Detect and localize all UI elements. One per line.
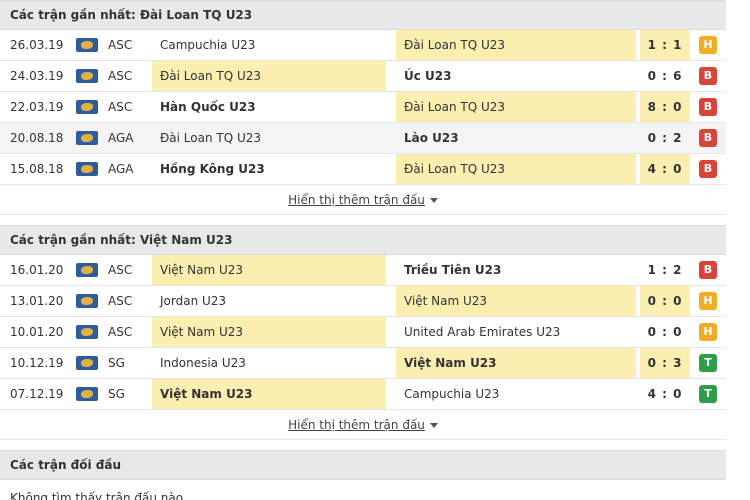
league-code: AGA [108, 162, 134, 176]
away-team[interactable]: Campuchia U23 [396, 379, 636, 409]
home-team[interactable]: Hồng Kông U23 [152, 154, 386, 184]
match-date: 20.08.18 [10, 131, 64, 145]
world-map-flag-icon [76, 387, 98, 401]
match-score: 0 : 0 [647, 325, 683, 339]
match-date: 10.01.20 [10, 325, 64, 339]
show-more-row: Hiển thị thêm trận đấu [0, 410, 726, 440]
match-date: 10.12.19 [10, 356, 64, 370]
world-map-flag-icon [76, 162, 98, 176]
home-team[interactable]: Việt Nam U23 [152, 379, 386, 409]
match-score: 0 : 6 [647, 69, 683, 83]
match-date: 13.01.20 [10, 294, 64, 308]
home-team[interactable]: Indonesia U23 [152, 348, 386, 378]
world-map-flag-icon [76, 69, 98, 83]
world-map-flag-icon [76, 38, 98, 52]
match-row[interactable]: 20.08.18 AGA Đài Loan TQ U23 Lào U23 0 :… [0, 123, 726, 154]
match-date: 24.03.19 [10, 69, 64, 83]
match-date: 22.03.19 [10, 100, 64, 114]
world-map-flag-icon [76, 131, 98, 145]
result-badge: B [699, 67, 717, 85]
home-team[interactable]: Hàn Quốc U23 [152, 92, 386, 122]
match-date: 26.03.19 [10, 38, 64, 52]
match-score: 1 : 2 [647, 263, 683, 277]
section-header-team1: Các trận gần nhất: Đài Loan TQ U23 [0, 0, 726, 30]
league-code: ASC [108, 69, 133, 83]
world-map-flag-icon [76, 263, 98, 277]
league-code: ASC [108, 325, 133, 339]
result-badge: H [699, 36, 717, 54]
away-team[interactable]: Việt Nam U23 [396, 286, 636, 316]
match-row[interactable]: 16.01.20 ASC Việt Nam U23 Triều Tiên U23… [0, 255, 726, 286]
match-score: 4 : 0 [647, 387, 683, 401]
result-badge: B [699, 160, 717, 178]
result-badge: B [699, 129, 717, 147]
match-row[interactable]: 07.12.19 SG Việt Nam U23 Campuchia U23 4… [0, 379, 726, 410]
match-row[interactable]: 22.03.19 ASC Hàn Quốc U23 Đài Loan TQ U2… [0, 92, 726, 123]
league-code: ASC [108, 263, 133, 277]
result-badge: T [699, 385, 717, 403]
match-row[interactable]: 10.12.19 SG Indonesia U23 Việt Nam U23 0… [0, 348, 726, 379]
result-badge: B [699, 98, 717, 116]
show-more-link[interactable]: Hiển thị thêm trận đấu [288, 418, 425, 432]
show-more-link[interactable]: Hiển thị thêm trận đấu [288, 193, 425, 207]
result-badge: H [699, 292, 717, 310]
away-team[interactable]: Đài Loan TQ U23 [396, 30, 636, 60]
match-date: 15.08.18 [10, 162, 64, 176]
world-map-flag-icon [76, 294, 98, 308]
match-score: 0 : 0 [640, 286, 690, 316]
league-code: ASC [108, 294, 133, 308]
home-team[interactable]: Việt Nam U23 [152, 317, 386, 347]
result-badge: H [699, 323, 717, 341]
league-code: SG [108, 387, 125, 401]
caret-down-icon[interactable] [429, 198, 438, 203]
match-score: 4 : 0 [640, 154, 690, 184]
result-badge: T [699, 354, 717, 372]
home-team[interactable]: Đài Loan TQ U23 [152, 123, 386, 153]
away-team[interactable]: Việt Nam U23 [396, 348, 636, 378]
home-team[interactable]: Đài Loan TQ U23 [152, 61, 386, 91]
match-row[interactable]: 13.01.20 ASC Jordan U23 Việt Nam U23 0 :… [0, 286, 726, 317]
league-code: ASC [108, 38, 133, 52]
league-code: ASC [108, 100, 133, 114]
match-row[interactable]: 15.08.18 AGA Hồng Kông U23 Đài Loan TQ U… [0, 154, 726, 185]
match-date: 16.01.20 [10, 263, 64, 277]
world-map-flag-icon [76, 100, 98, 114]
match-score: 0 : 3 [640, 348, 690, 378]
away-team[interactable]: Đài Loan TQ U23 [396, 92, 636, 122]
section-header-team2: Các trận gần nhất: Việt Nam U23 [0, 225, 726, 255]
match-score: 8 : 0 [640, 92, 690, 122]
away-team[interactable]: Úc U23 [396, 61, 636, 91]
match-row[interactable]: 24.03.19 ASC Đài Loan TQ U23 Úc U23 0 : … [0, 61, 726, 92]
away-team[interactable]: Lào U23 [396, 123, 636, 153]
away-team[interactable]: Triều Tiên U23 [396, 255, 636, 285]
match-row[interactable]: 10.01.20 ASC Việt Nam U23 United Arab Em… [0, 317, 726, 348]
league-code: SG [108, 356, 125, 370]
match-date: 07.12.19 [10, 387, 64, 401]
caret-down-icon[interactable] [429, 423, 438, 428]
world-map-flag-icon [76, 356, 98, 370]
show-more-row: Hiển thị thêm trận đấu [0, 185, 726, 215]
result-badge: B [699, 261, 717, 279]
home-team[interactable]: Campuchia U23 [152, 30, 386, 60]
home-team[interactable]: Việt Nam U23 [152, 255, 386, 285]
match-row[interactable]: 26.03.19 ASC Campuchia U23 Đài Loan TQ U… [0, 30, 726, 61]
empty-message: Không tìm thấy trận đấu nào. [0, 480, 726, 500]
section-header-head-to-head: Các trận đối đầu [0, 450, 726, 480]
world-map-flag-icon [76, 325, 98, 339]
match-score: 0 : 2 [647, 131, 683, 145]
league-code: AGA [108, 131, 134, 145]
away-team[interactable]: United Arab Emirates U23 [396, 317, 636, 347]
match-score: 1 : 1 [640, 30, 690, 60]
match-history-panel: Các trận gần nhất: Đài Loan TQ U23 26.03… [0, 0, 726, 500]
away-team[interactable]: Đài Loan TQ U23 [396, 154, 636, 184]
home-team[interactable]: Jordan U23 [152, 286, 386, 316]
